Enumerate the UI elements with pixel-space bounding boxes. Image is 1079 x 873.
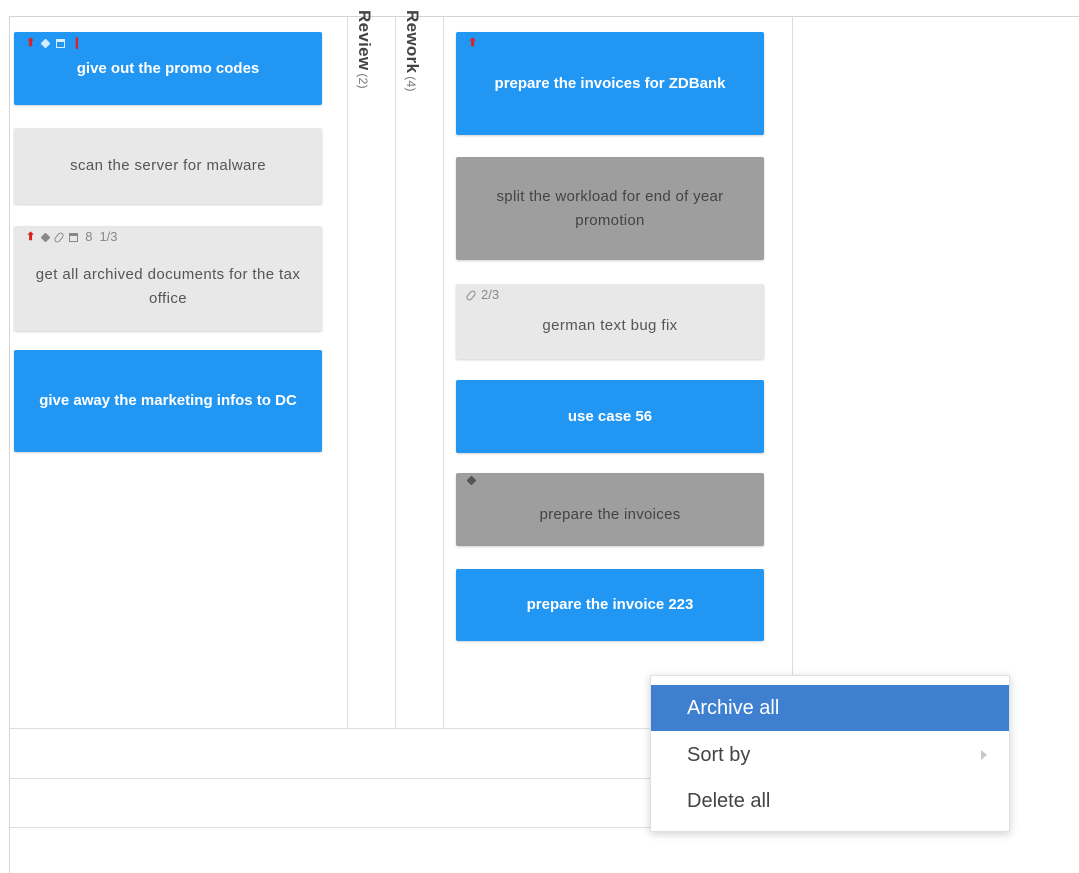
tag-icon: [40, 38, 51, 48]
menu-item-sort-by[interactable]: Sort by: [651, 732, 1009, 778]
column-review-count: (2): [356, 73, 370, 89]
tag-icon: [466, 475, 477, 486]
card-icons: ⬆ 8 1/3: [26, 230, 118, 244]
attachment-icon: [465, 288, 477, 302]
card-title: prepare the invoices: [539, 505, 681, 523]
task-card[interactable]: ⬆ prepare the invoices for ZDBank: [456, 32, 764, 135]
task-card[interactable]: give away the marketing infos to DC: [14, 350, 322, 452]
task-card[interactable]: ⬆ 8 1/3 get all archived documents for t…: [14, 226, 322, 331]
priority-arrow-icon: ⬆: [468, 37, 478, 49]
task-card[interactable]: scan the server for malware: [14, 128, 322, 204]
card-title: give away the marketing infos to DC: [39, 392, 297, 409]
column-review-collapsed[interactable]: Review (2): [347, 10, 395, 728]
menu-item-label: Delete all: [687, 790, 771, 812]
priority-arrow-icon: ⬆: [26, 37, 36, 49]
card-icons: ⬆ ❙: [26, 36, 81, 50]
card-progress: 1/3: [99, 229, 118, 244]
card-icons: 2/3: [465, 287, 500, 302]
task-card[interactable]: ⬆ ❙ give out the promo codes: [14, 32, 322, 105]
card-title: prepare the invoice 223: [526, 596, 694, 613]
menu-item-label: Archive all: [687, 697, 780, 719]
footer-divider: [10, 778, 650, 779]
task-card[interactable]: use case 56: [456, 380, 764, 453]
card-title: use case 56: [567, 407, 653, 425]
footer-divider: [10, 827, 650, 828]
task-card[interactable]: split the workload for end of year promo…: [456, 157, 764, 260]
card-icons: [466, 475, 477, 486]
card-title: split the workload for end of year promo…: [496, 187, 724, 229]
card-title: scan the server for malware: [70, 157, 266, 174]
chevron-right-icon: [981, 750, 987, 760]
card-title: prepare the invoices for ZDBank: [494, 74, 726, 92]
menu-item-delete-all[interactable]: Delete all: [651, 778, 1009, 824]
footer-divider: [10, 728, 650, 729]
task-card[interactable]: prepare the invoices: [456, 473, 764, 546]
card-title: give out the promo codes: [76, 59, 260, 77]
flag-icon: ❙: [72, 37, 82, 49]
column-divider: [792, 16, 793, 728]
menu-item-label: Sort by: [687, 744, 751, 766]
card-count: 8: [85, 229, 93, 244]
column-review-title: Review: [355, 10, 374, 71]
context-menu: Archive all Sort by Delete all: [650, 675, 1010, 832]
task-card[interactable]: 2/3 german text bug fix: [456, 284, 764, 359]
calendar-icon: [69, 232, 79, 242]
task-card[interactable]: prepare the invoice 223: [456, 569, 764, 641]
card-title: get all archived documents for the tax o…: [35, 265, 301, 307]
attachment-icon: [53, 230, 66, 244]
card-icons: ⬆: [468, 36, 477, 50]
card-progress: 2/3: [481, 287, 500, 302]
column-divider: [443, 16, 444, 728]
calendar-icon: [56, 38, 66, 48]
priority-arrow-icon: ⬆: [26, 231, 36, 243]
column-rework-title: Rework: [403, 10, 422, 74]
column-rework-count: (4): [404, 76, 418, 92]
tag-icon: [40, 232, 51, 242]
column-rework-collapsed[interactable]: Rework (4): [395, 10, 443, 728]
card-title: german text bug fix: [542, 316, 678, 334]
menu-item-archive-all[interactable]: Archive all: [651, 685, 1009, 731]
